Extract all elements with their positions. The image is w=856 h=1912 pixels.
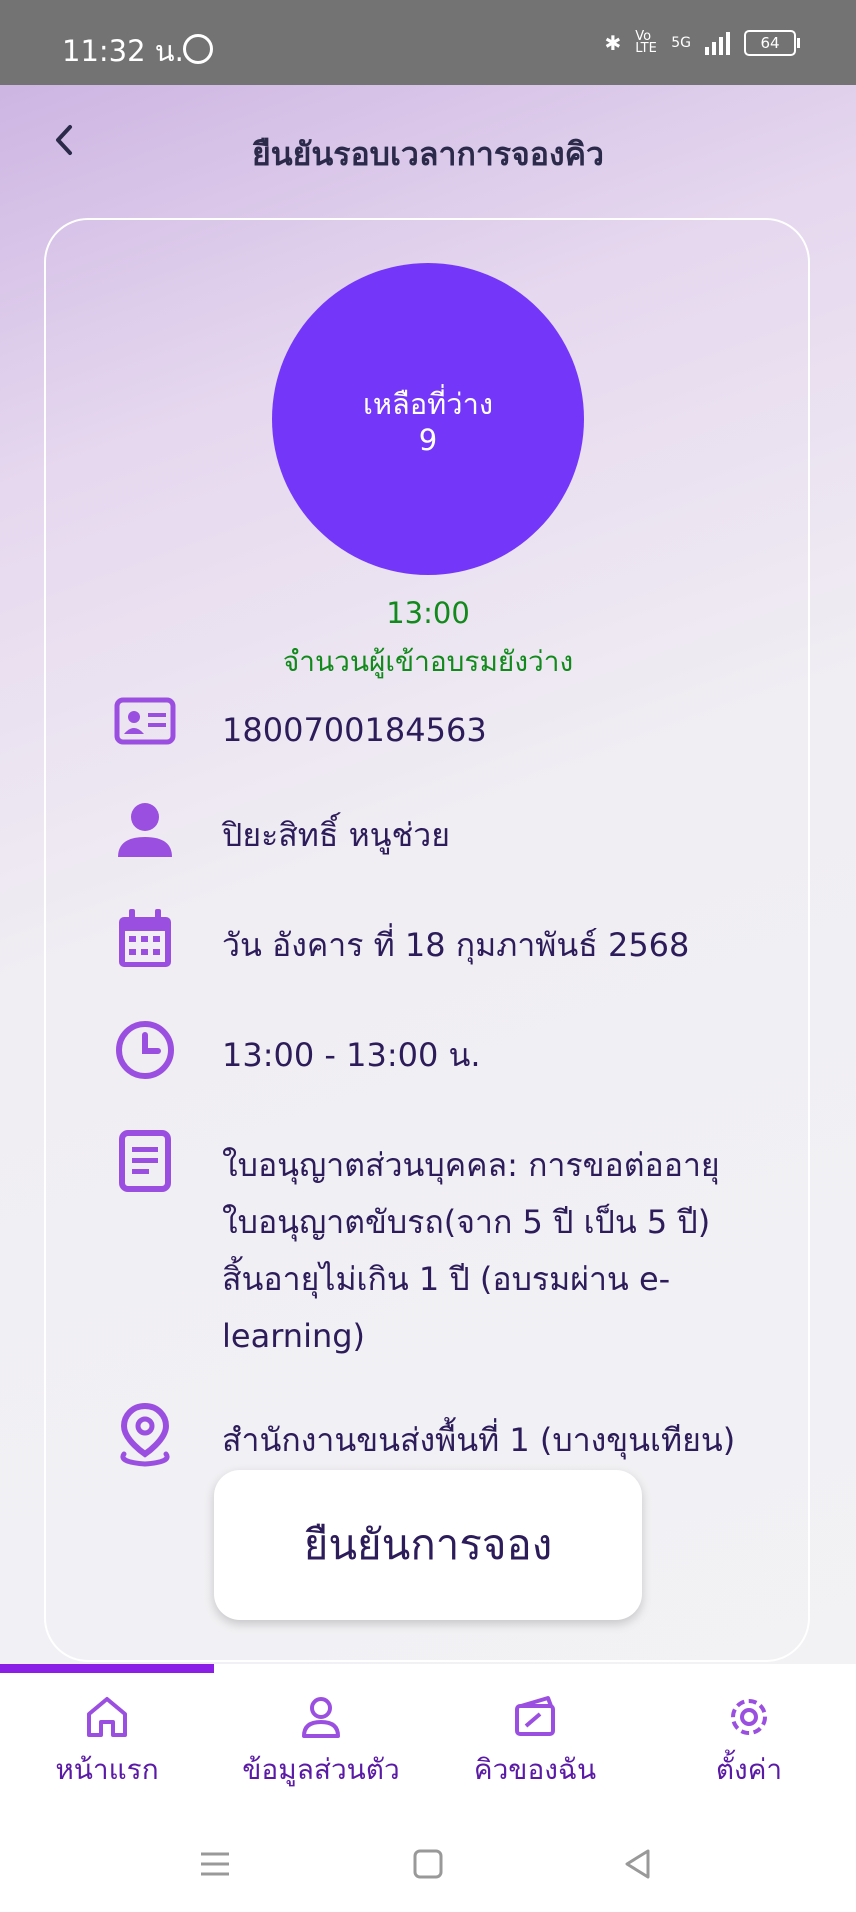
booking-date: วัน อังคาร ที่ 18 กุมภาพันธ์ 2568 <box>222 926 690 964</box>
document-icon <box>110 1125 180 1195</box>
nav-item-profile[interactable]: ข้อมูลส่วนตัว <box>214 1692 428 1792</box>
availability-count: 9 <box>418 423 438 457</box>
bluetooth-icon: ✱ <box>604 31 622 55</box>
status-time: 11:32 น. <box>62 34 184 68</box>
customer-name: ปิยะสิทธิ์ หนูช่วย <box>222 816 450 854</box>
slot-status: จำนวนผู้เข้าอบรมยังว่าง <box>282 645 574 678</box>
person-icon <box>110 795 180 865</box>
home-system-button[interactable] <box>408 1844 448 1884</box>
booking-time: 13:00 - 13:00 น. <box>222 1036 481 1074</box>
id-card-icon <box>110 690 180 760</box>
page-header: ยืนยันรอบเวลาการจองคิว <box>0 85 856 205</box>
nav-item-home[interactable]: หน้าแรก <box>0 1692 214 1792</box>
slot-time: 13:00 <box>386 596 470 630</box>
location-pin-icon <box>110 1400 180 1470</box>
availability-circle: เหลือที่ว่าง 9 <box>272 263 584 575</box>
nav-label-settings: ตั้งค่า <box>715 1753 783 1786</box>
messenger-icon <box>183 34 213 64</box>
id-row: 1800700184563 <box>110 690 790 760</box>
triangle-back-icon <box>625 1849 650 1879</box>
name-row: ปิยะสิทธิ์ หนูช่วย <box>110 795 790 865</box>
volte-indicator: Vo LTE <box>635 29 657 56</box>
time-row: 13:00 - 13:00 น. <box>110 1015 790 1085</box>
location-row: สำนักงานขนส่งพื้นที่ 1 (บางขุนเทียน) <box>110 1400 790 1470</box>
bottom-nav: หน้าแรก ข้อมูลส่วนตัว คิวของฉัน ตั้งค่า <box>0 1664 856 1814</box>
nav-item-my-queue[interactable]: คิวของฉัน <box>428 1692 642 1792</box>
clock-icon <box>110 1015 180 1085</box>
availability-label: เหลือที่ว่าง <box>362 387 494 421</box>
nav-label-home: หน้าแรก <box>55 1753 159 1786</box>
id-number: 1800700184563 <box>222 711 487 749</box>
nav-label-profile: ข้อมูลส่วนตัว <box>242 1753 400 1786</box>
home-icon <box>87 1697 127 1737</box>
nav-active-indicator <box>0 1664 214 1673</box>
battery-icon: 64 <box>744 30 800 56</box>
status-bar: 11:32 น. ✱ Vo LTE 5G 64 <box>0 0 856 85</box>
profile-icon <box>302 1697 340 1738</box>
ticket-icon <box>515 1696 555 1736</box>
service-row: ใบอนุญาตส่วนบุคคล: การขอต่ออายุใบอนุญาตข… <box>110 1125 790 1365</box>
square-icon <box>413 1849 443 1879</box>
service-description: ใบอนุญาตส่วนบุคคล: การขอต่ออายุใบอนุญาตข… <box>222 1146 720 1355</box>
network-type: 5G <box>671 35 691 51</box>
gear-icon <box>731 1699 767 1735</box>
system-nav-bar <box>0 1814 856 1912</box>
nav-item-settings[interactable]: ตั้งค่า <box>642 1692 856 1792</box>
status-icons: ✱ Vo LTE 5G 64 <box>604 29 800 56</box>
nav-label-my-queue: คิวของฉัน <box>473 1753 597 1786</box>
signal-icon <box>705 31 730 55</box>
confirm-booking-button[interactable]: ยืนยันการจอง <box>214 1470 642 1620</box>
menu-button[interactable] <box>195 1844 235 1884</box>
back-system-button[interactable] <box>618 1844 658 1884</box>
date-row: วัน อังคาร ที่ 18 กุมภาพันธ์ 2568 <box>110 905 790 975</box>
page-title: ยืนยันรอบเวลาการจองคิว <box>252 135 604 173</box>
calendar-icon <box>110 905 180 975</box>
menu-icon <box>201 1852 229 1876</box>
location-name: สำนักงานขนส่งพื้นที่ 1 (บางขุนเทียน) <box>222 1421 736 1459</box>
